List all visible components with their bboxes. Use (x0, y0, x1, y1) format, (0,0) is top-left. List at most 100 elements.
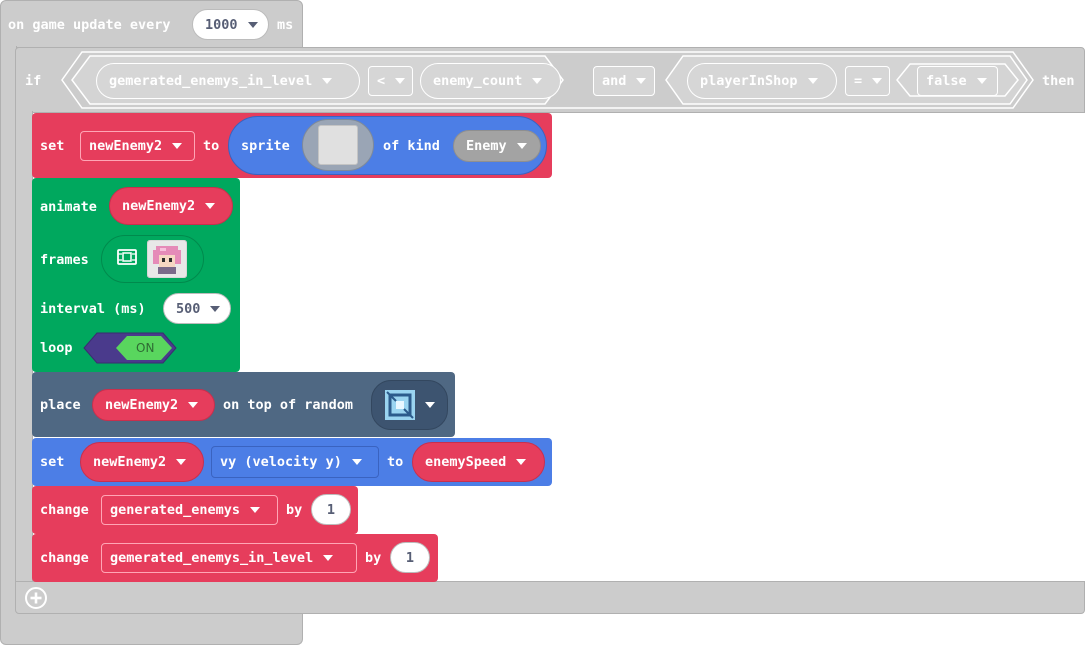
to-label: to (203, 138, 220, 154)
empty-image-icon (318, 125, 358, 165)
change1-label: change (40, 502, 89, 518)
loop-state-label: ON (136, 341, 155, 355)
film-icon (117, 249, 137, 265)
enemy-speed-dropdown[interactable]: enemySpeed (412, 442, 545, 482)
hat-prefix-label: on game update every (8, 17, 171, 33)
dropdown-arrow-icon (976, 78, 987, 84)
if-block-footer[interactable] (15, 581, 1085, 614)
then-label: then (1042, 73, 1075, 89)
interval-value: 1000 (205, 16, 238, 33)
hat-suffix-label: ms (277, 17, 294, 33)
animate-label: animate (40, 199, 97, 215)
dropdown-arrow-icon (172, 143, 183, 149)
dropdown-arrow-icon (425, 402, 435, 408)
change2-label: change (40, 550, 89, 566)
if-label: if (25, 73, 42, 89)
dropdown-arrow-icon (210, 305, 221, 312)
highlight (160, 248, 166, 251)
kind-value: Enemy (466, 138, 507, 154)
place-var-value: newEnemy2 (105, 397, 179, 413)
face (159, 255, 175, 267)
change2-value: 1 (405, 549, 415, 566)
dropdown-arrow-icon (872, 78, 883, 84)
vy-var-value: newEnemy2 (93, 454, 167, 470)
loop-toggle[interactable] (83, 332, 177, 364)
sprite-var-dropdown[interactable]: newEnemy2 (80, 131, 195, 161)
dropdown-arrow-icon (516, 143, 527, 149)
interval-dropdown[interactable]: 1000 (192, 9, 269, 40)
body (158, 267, 176, 274)
and-value: and (602, 73, 627, 89)
change2-by-label: by (365, 550, 382, 566)
dropdown-arrow-icon (322, 78, 333, 84)
false-value-dropdown[interactable]: false (917, 66, 998, 96)
animate-interval-dropdown[interactable]: 500 (163, 293, 231, 324)
and-operator-dropdown[interactable]: and (593, 66, 655, 96)
animate-var-value: newEnemy2 (122, 198, 196, 214)
animate-interval-value: 500 (176, 300, 201, 317)
tile-thumbnail-icon (385, 390, 415, 420)
dropdown-arrow-icon (323, 555, 334, 561)
change1-value: 1 (326, 501, 336, 518)
left-var-value: gemerated_enemys_in_level (109, 73, 313, 89)
vy-var-dropdown[interactable]: newEnemy2 (80, 442, 204, 482)
hair-side (175, 250, 181, 264)
eq-op-value: = (854, 73, 863, 89)
dropdown-arrow-icon (188, 402, 199, 408)
enemy-speed-value: enemySpeed (425, 454, 507, 470)
on-top-label: on top of random (223, 397, 354, 413)
lt-operator-dropdown[interactable]: < (368, 66, 413, 96)
dropdown-arrow-icon (516, 459, 527, 465)
of-kind-label: of kind (383, 138, 440, 154)
dropdown-arrow-icon (176, 459, 187, 465)
change1-by-label: by (286, 502, 303, 518)
frames-label: frames (40, 252, 89, 268)
change1-var-dropdown[interactable]: generated_enemys (101, 495, 278, 525)
dropdown-arrow-icon (395, 78, 406, 84)
dropdown-arrow-icon (247, 21, 258, 28)
place-var-dropdown[interactable]: newEnemy2 (92, 389, 215, 421)
eye (162, 258, 165, 262)
left-var-dropdown[interactable]: gemerated_enemys_in_level (96, 63, 360, 99)
set-vy-label: set (40, 454, 65, 470)
change2-var-dropdown[interactable]: gemerated_enemys_in_level (101, 543, 357, 573)
tile-core (396, 401, 404, 409)
change1-var-value: generated_enemys (110, 502, 241, 518)
place-label: place (40, 397, 81, 413)
change2-var-value: gemerated_enemys_in_level (110, 550, 314, 566)
change1-value-input[interactable]: 1 (311, 494, 351, 525)
lt-op-value: < (377, 73, 386, 89)
hat-block-footer (0, 612, 303, 645)
hair-side (153, 250, 159, 264)
kind-dropdown[interactable]: Enemy (453, 130, 541, 162)
if-block-spine (15, 111, 33, 581)
change2-value-input[interactable]: 1 (390, 542, 430, 573)
tile-picker-dropdown[interactable] (371, 380, 448, 430)
loop-label: loop (40, 340, 73, 356)
vy-to-label: to (387, 454, 404, 470)
shop-var-value: playerInShop (700, 73, 798, 89)
false-value: false (926, 73, 967, 89)
sprite-label: sprite (241, 138, 290, 154)
add-plus-icon[interactable] (24, 586, 48, 610)
dropdown-arrow-icon (636, 78, 647, 84)
dropdown-arrow-icon (532, 78, 543, 84)
film-center (122, 252, 132, 262)
sprite-thumbnail-icon[interactable] (147, 240, 187, 278)
dropdown-arrow-icon (351, 459, 362, 465)
dropdown-arrow-icon (250, 507, 261, 513)
vy-property-value: vy (velocity y) (220, 454, 342, 470)
right-var-value: enemy_count (433, 73, 523, 89)
eq-operator-dropdown[interactable]: = (845, 66, 890, 96)
right-var-dropdown[interactable]: enemy_count (420, 63, 561, 99)
film-frame (117, 249, 137, 265)
dropdown-arrow-icon (205, 203, 216, 209)
dropdown-arrow-icon (807, 78, 818, 84)
vy-property-dropdown[interactable]: vy (velocity y) (211, 446, 379, 478)
interval-label: interval (ms) (40, 301, 146, 317)
sprite-var-value: newEnemy2 (89, 138, 163, 154)
eye (169, 258, 172, 262)
animate-var-dropdown[interactable]: newEnemy2 (109, 187, 233, 225)
hair (156, 246, 178, 256)
shop-var-dropdown[interactable]: playerInShop (687, 63, 837, 99)
